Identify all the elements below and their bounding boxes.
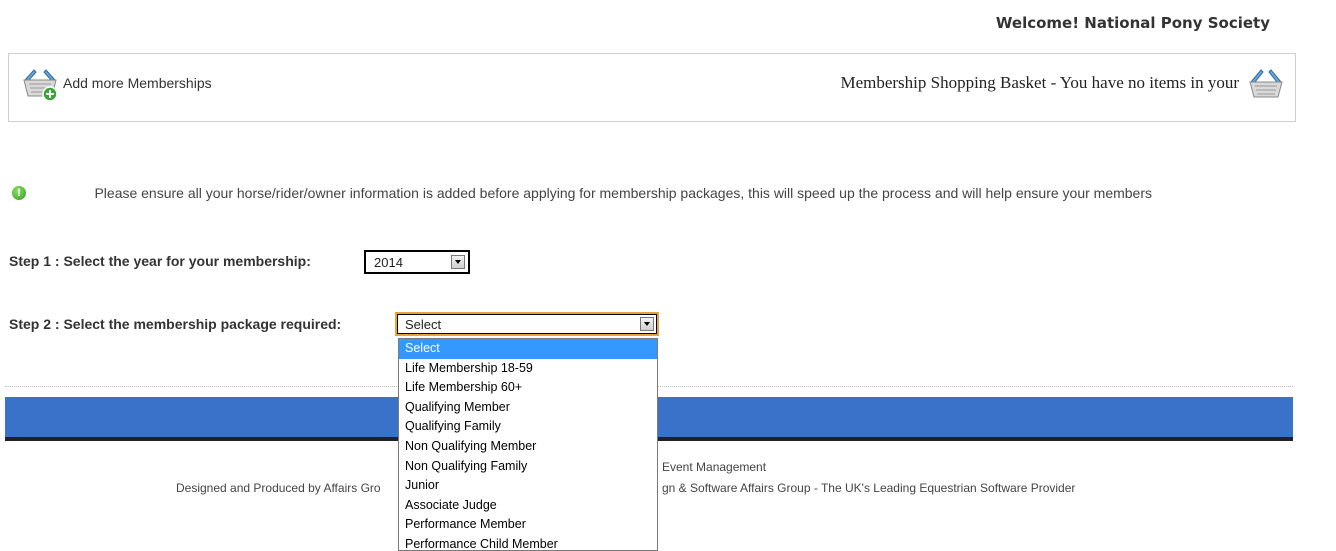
footer-text-software-provider: gn & Software Affairs Group - The UK's L… [662, 481, 1076, 495]
chevron-down-icon[interactable] [451, 255, 465, 269]
dropdown-option[interactable]: Life Membership 60+ [399, 378, 657, 398]
shopping-basket-text: Membership Shopping Basket - You have no… [840, 73, 1239, 92]
year-select-value: 2014 [374, 255, 403, 270]
info-message: ! Please ensure all your horse/rider/own… [12, 184, 1336, 202]
dropdown-option[interactable]: Non Qualifying Member [399, 437, 657, 457]
basket-bar: Add more Memberships Membership Shopping… [8, 53, 1296, 122]
membership-package-dropdown-list[interactable]: Select Life Membership 18-59 Life Membersh… [398, 338, 658, 551]
info-text: Please ensure all your horse/rider/owner… [94, 184, 1153, 201]
dropdown-option[interactable]: Qualifying Family [399, 417, 657, 437]
membership-package-select-value: Select [405, 317, 442, 332]
add-more-memberships-link[interactable]: Add more Memberships [21, 64, 212, 102]
add-more-memberships-label[interactable]: Add more Memberships [63, 75, 212, 91]
year-select[interactable]: 2014 [364, 250, 470, 274]
dropdown-option[interactable]: Performance Child Member [399, 535, 657, 550]
dropdown-option[interactable]: Qualifying Member [399, 398, 657, 418]
basket-add-icon[interactable] [21, 64, 59, 102]
dropdown-option[interactable]: Select [399, 339, 657, 359]
footer-text-event-management: Event Management [662, 460, 767, 474]
membership-package-select[interactable]: Select [395, 312, 659, 336]
step1-label: Step 1 : Select the year for your member… [9, 253, 311, 269]
step2-label: Step 2 : Select the membership package r… [9, 316, 342, 332]
dropdown-option[interactable]: Associate Judge [399, 496, 657, 516]
footer-text-designed-by: Designed and Produced by Affairs Gro [176, 481, 381, 495]
dropdown-option[interactable]: Non Qualifying Family [399, 457, 657, 477]
dropdown-option[interactable]: Performance Member [399, 515, 657, 535]
shopping-basket-summary[interactable]: Membership Shopping Basket - You have no… [840, 64, 1285, 102]
chevron-down-icon[interactable] [640, 317, 654, 331]
info-icon: ! [12, 185, 26, 200]
basket-icon[interactable] [1247, 64, 1285, 102]
welcome-text: Welcome! National Pony Society [995, 14, 1270, 32]
dropdown-option[interactable]: Life Membership 18-59 [399, 359, 657, 379]
dropdown-option[interactable]: Junior [399, 476, 657, 496]
